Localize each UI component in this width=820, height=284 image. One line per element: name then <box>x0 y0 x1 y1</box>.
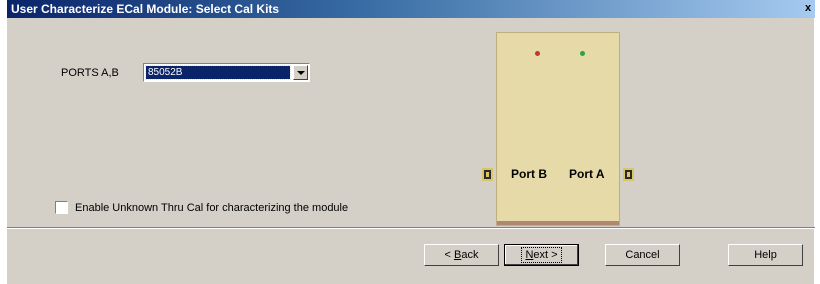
port-b-connector-icon <box>482 168 493 181</box>
led-red-icon <box>535 51 540 56</box>
port-a-label: Port A <box>569 167 605 181</box>
next-button-rest: ext > <box>533 249 558 261</box>
ecal-module-image: Port B Port A <box>496 32 620 226</box>
back-button-prefix: < <box>444 249 454 261</box>
next-button-focus: Next > <box>521 247 562 263</box>
back-button-rest: ack <box>461 249 479 261</box>
chevron-down-icon[interactable] <box>293 65 308 80</box>
dialog-window: User Characterize ECal Module: Select Ca… <box>6 0 815 284</box>
cal-kit-select[interactable]: 85052B <box>143 63 310 82</box>
close-icon[interactable]: x <box>805 1 813 16</box>
ports-label: PORTS A,B <box>61 67 119 79</box>
port-b-label: Port B <box>511 167 547 181</box>
title-bar[interactable]: User Characterize ECal Module: Select Ca… <box>7 0 815 18</box>
window-title: User Characterize ECal Module: Select Ca… <box>11 2 280 16</box>
port-a-connector-icon <box>623 168 634 181</box>
divider <box>7 227 815 229</box>
unknown-thru-checkbox[interactable] <box>55 201 68 214</box>
help-button[interactable]: Help <box>728 244 803 266</box>
cal-kit-select-value: 85052B <box>145 65 291 80</box>
back-button[interactable]: < Back <box>424 244 499 266</box>
next-button[interactable]: Next > <box>504 244 579 266</box>
led-green-icon <box>580 51 585 56</box>
cancel-button[interactable]: Cancel <box>605 244 680 266</box>
module-stripe <box>497 221 619 225</box>
unknown-thru-checkbox-label[interactable]: Enable Unknown Thru Cal for characterizi… <box>75 202 348 214</box>
